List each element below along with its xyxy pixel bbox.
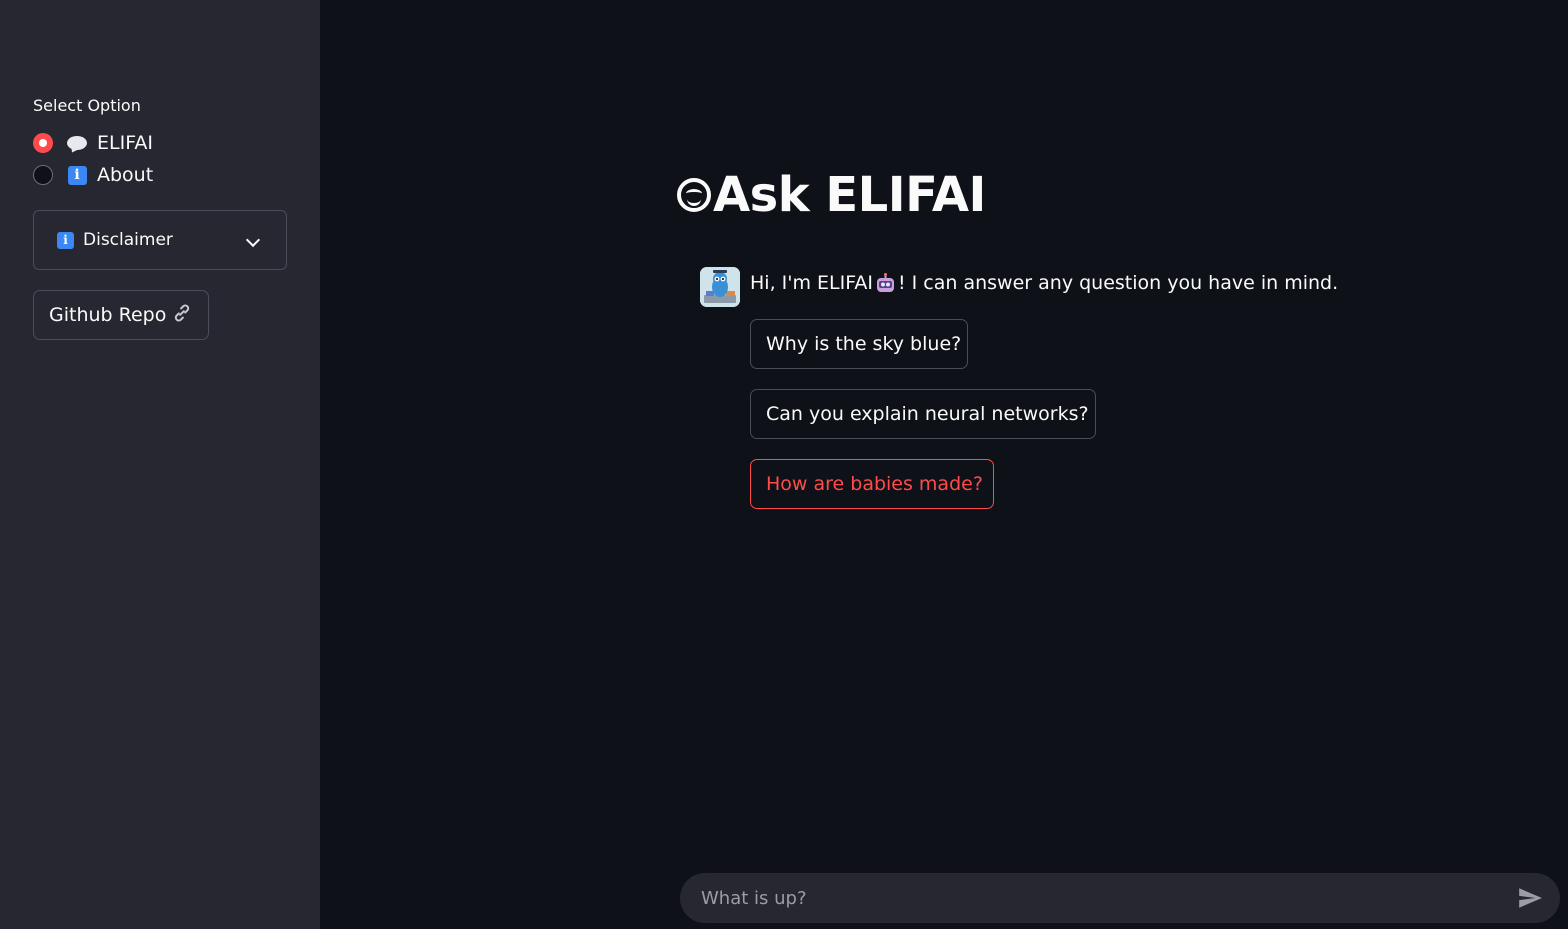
radio-selected-indicator[interactable] bbox=[33, 133, 53, 153]
suggestion-button-babies[interactable]: How are babies made? bbox=[750, 459, 994, 509]
greeting-text-start: Hi, I'm ELIFAI bbox=[750, 272, 873, 294]
radio-group-title: Select Option bbox=[33, 96, 141, 115]
smiling-face-icon bbox=[677, 178, 711, 212]
greeting-text-end: ! I can answer any question you have in … bbox=[898, 272, 1339, 294]
disclaimer-expander[interactable]: i Disclaimer bbox=[33, 210, 287, 270]
radio-option-elifai[interactable]: ELIFAI bbox=[33, 130, 153, 156]
info-icon: i bbox=[57, 231, 74, 249]
radio-option-about[interactable]: i About bbox=[33, 162, 153, 188]
send-icon[interactable] bbox=[1510, 878, 1550, 918]
github-button-label: Github Repo bbox=[49, 304, 167, 326]
assistant-greeting: Hi, I'm ELIFAI ! I can answer any questi… bbox=[750, 270, 1338, 296]
info-icon: i bbox=[67, 165, 87, 185]
app-root: Select Option ELIFAI i About i Disclaime… bbox=[0, 0, 1568, 929]
robot-icon bbox=[875, 272, 896, 294]
github-repo-button[interactable]: Github Repo bbox=[33, 290, 209, 340]
suggestion-button-sky[interactable]: Why is the sky blue? bbox=[750, 319, 968, 369]
suggestion-button-neural-networks[interactable]: Can you explain neural networks? bbox=[750, 389, 1096, 439]
chevron-down-icon bbox=[245, 232, 261, 248]
assistant-avatar bbox=[700, 267, 740, 307]
chat-input-container bbox=[680, 873, 1560, 923]
link-icon bbox=[171, 302, 193, 329]
speech-bubble-icon bbox=[67, 133, 87, 153]
page-title: Ask ELIFAI bbox=[677, 160, 986, 230]
radio-label-about: About bbox=[97, 164, 154, 186]
chat-input[interactable] bbox=[680, 873, 1510, 923]
radio-label-elifai: ELIFAI bbox=[97, 132, 153, 154]
radio-unselected-indicator[interactable] bbox=[33, 165, 53, 185]
sidebar: Select Option ELIFAI i About i Disclaime… bbox=[0, 0, 320, 929]
expander-label: Disclaimer bbox=[83, 230, 173, 250]
page-title-text: Ask ELIFAI bbox=[713, 167, 986, 223]
